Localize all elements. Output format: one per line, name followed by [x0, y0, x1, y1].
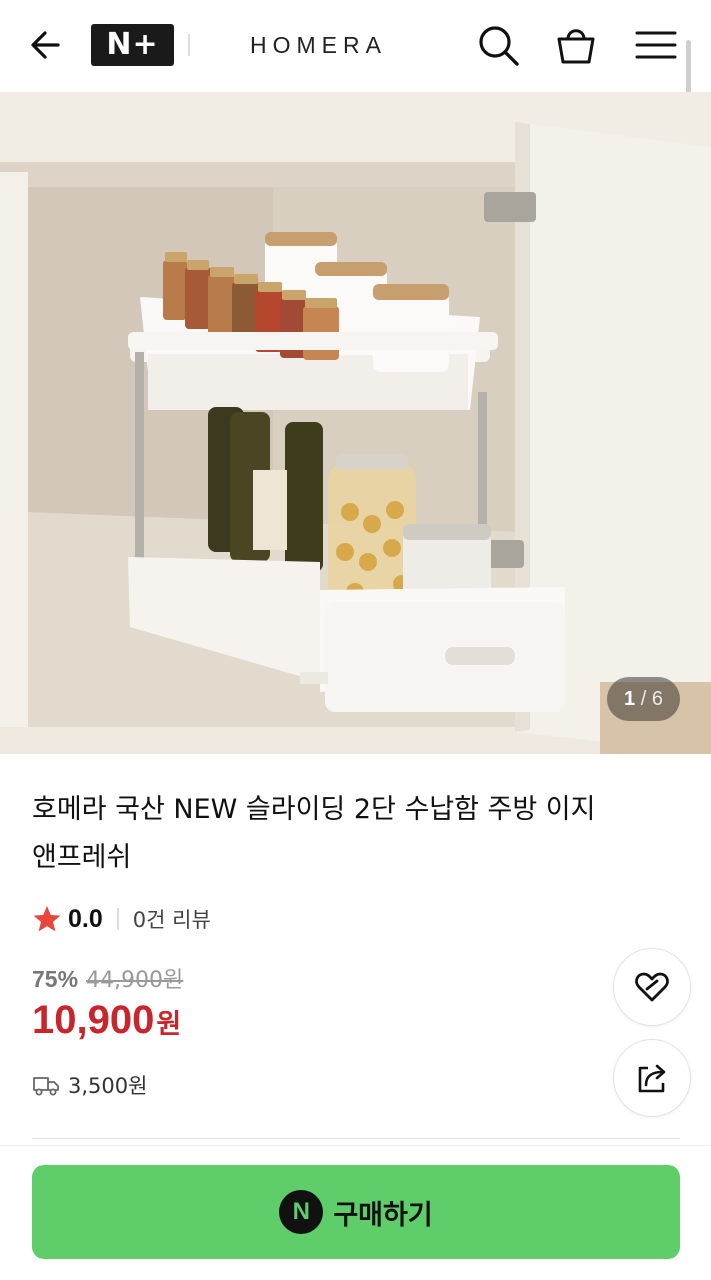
share-button[interactable] — [613, 1039, 691, 1117]
share-icon — [638, 1064, 666, 1093]
product-photo — [0, 92, 711, 754]
heart-icon — [635, 972, 669, 1002]
image-counter: 1 / 6 — [607, 677, 680, 721]
original-price: 44,900원 — [86, 968, 184, 993]
image-counter-separator: / — [640, 688, 647, 710]
rating-row[interactable]: 0.0 0건 리뷰 — [32, 902, 211, 936]
buy-button[interactable]: N 구매하기 — [32, 1165, 680, 1259]
shipping-fee-text: 3,500원 — [68, 1074, 148, 1098]
rating-divider — [116, 908, 119, 930]
buy-button-label: 구매하기 — [333, 1199, 433, 1231]
search-icon[interactable] — [475, 22, 521, 68]
star-icon — [33, 906, 61, 932]
discount-rate: 75% — [32, 966, 79, 992]
hamburger-menu-icon[interactable] — [633, 22, 679, 68]
discount-row: 75% 44,900원 — [32, 962, 183, 994]
product-image-gallery[interactable] — [0, 92, 711, 754]
top-navigation-bar: N+ HOMERA — [0, 0, 711, 200]
brand-logo[interactable]: HOMERA — [250, 30, 400, 60]
image-counter-current: 1 — [624, 688, 636, 710]
delivery-truck-icon — [33, 1077, 59, 1096]
back-arrow-icon[interactable] — [26, 24, 68, 66]
section-divider — [32, 1138, 680, 1139]
rating-score: 0.0 — [68, 904, 103, 933]
header-divider — [188, 34, 190, 56]
npay-logo-icon: N — [279, 1190, 324, 1234]
shipping-fee: 3,500원 — [32, 1070, 147, 1100]
product-title: 호메라 국산 NEW 슬라이딩 2단 수납함 주방 이지앤프레쉬 — [32, 794, 596, 873]
shopping-bag-icon[interactable] — [553, 22, 599, 68]
image-counter-total: 6 — [651, 688, 663, 710]
sale-price: 10,900 원 — [32, 998, 181, 1043]
sale-price-unit: 원 — [156, 1009, 182, 1040]
wishlist-button[interactable] — [613, 948, 691, 1026]
review-count-link[interactable]: 0건 리뷰 — [133, 904, 211, 934]
sale-price-amount: 10,900 — [32, 998, 155, 1042]
nplus-store-badge[interactable]: N+ — [91, 24, 174, 66]
